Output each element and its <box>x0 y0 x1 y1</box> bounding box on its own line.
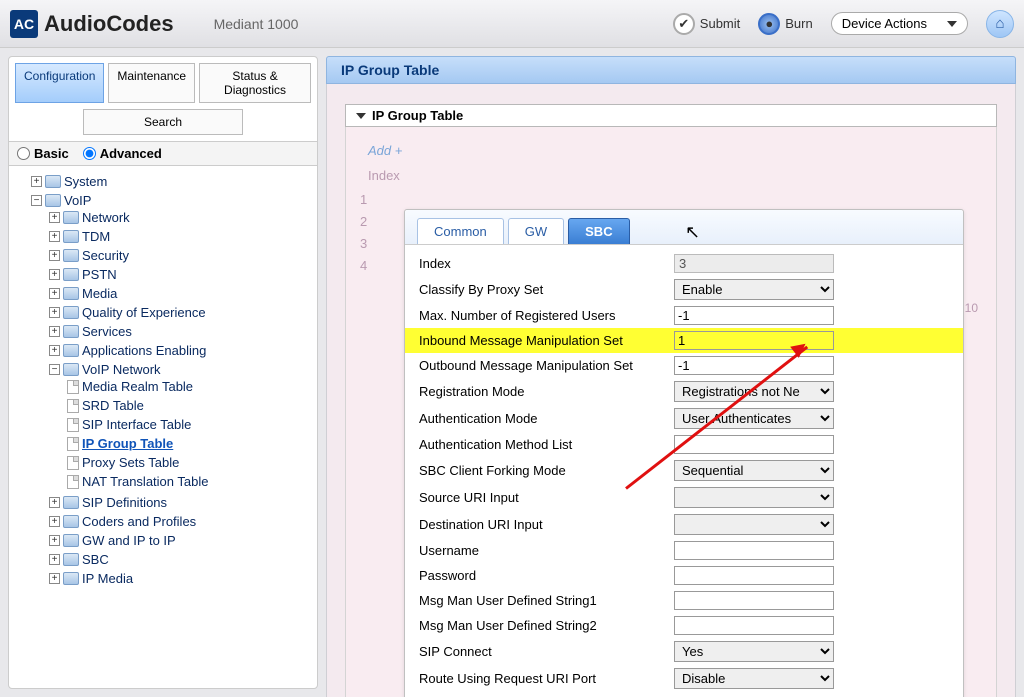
tree-nat[interactable]: NAT Translation Table <box>67 474 313 489</box>
tree-proxy-sets[interactable]: Proxy Sets Table <box>67 455 313 470</box>
tree-media-realm[interactable]: Media Realm Table <box>67 379 313 394</box>
tree-apps[interactable]: +Applications Enabling <box>49 343 313 358</box>
burn-label: Burn <box>785 16 812 31</box>
label-username: Username <box>419 543 674 558</box>
input-sipconn[interactable]: Yes <box>674 641 834 662</box>
tree-coders[interactable]: +Coders and Profiles <box>49 514 313 529</box>
mode-bar: Basic Advanced <box>9 141 317 166</box>
mode-advanced[interactable]: Advanced <box>83 146 162 161</box>
device-actions-label: Device Actions <box>842 16 927 31</box>
label-classify: Classify By Proxy Set <box>419 282 674 297</box>
main-area: IP Group Table IP Group Table Add + Inde… <box>318 48 1024 697</box>
submit-label: Submit <box>700 16 740 31</box>
tree-network[interactable]: +Network <box>49 210 313 225</box>
input-msgman1[interactable] <box>674 591 834 610</box>
label-forking: SBC Client Forking Mode <box>419 463 674 478</box>
brand-text: AudioCodes <box>44 11 174 37</box>
collapse-icon <box>356 113 366 119</box>
label-inbound: Inbound Message Manipulation Set <box>419 333 674 348</box>
top-bar: AC AudioCodes Mediant 1000 ✔ Submit ● Bu… <box>0 0 1024 48</box>
input-dsturi[interactable] <box>674 514 834 535</box>
input-password[interactable] <box>674 566 834 585</box>
submit-top-button[interactable]: ✔ Submit <box>673 13 740 35</box>
label-sipconn: SIP Connect <box>419 644 674 659</box>
device-actions-dropdown[interactable]: Device Actions <box>831 12 968 35</box>
input-authlist[interactable] <box>674 435 834 454</box>
check-icon: ✔ <box>673 13 695 35</box>
tab-maintenance[interactable]: Maintenance <box>108 63 195 103</box>
label-authmode: Authentication Mode <box>419 411 674 426</box>
input-username[interactable] <box>674 541 834 560</box>
form-tab-gw[interactable]: GW <box>508 218 564 244</box>
page-count: 10 <box>965 301 978 315</box>
label-msgman2: Msg Man User Defined String2 <box>419 618 674 633</box>
label-srcuri: Source URI Input <box>419 490 674 505</box>
input-srcuri[interactable] <box>674 487 834 508</box>
value-index: 3 <box>674 254 834 273</box>
label-dsturi: Destination URI Input <box>419 517 674 532</box>
edit-form: Common GW SBC ↖ Index3 Classify By Proxy… <box>404 209 964 697</box>
input-authmode[interactable]: User Authenticates <box>674 408 834 429</box>
input-maxreg[interactable] <box>674 306 834 325</box>
logo-mark: AC <box>10 10 38 38</box>
tree-sip-def[interactable]: +SIP Definitions <box>49 495 313 510</box>
tree-qoe[interactable]: +Quality of Experience <box>49 305 313 320</box>
label-routeuri: Route Using Request URI Port <box>419 671 674 686</box>
label-msgman1: Msg Man User Defined String1 <box>419 593 674 608</box>
tree-voip-network[interactable]: −VoIP Network <box>49 362 313 377</box>
label-authlist: Authentication Method List <box>419 437 674 452</box>
label-maxreg: Max. Number of Registered Users <box>419 308 674 323</box>
tree-media[interactable]: +Media <box>49 286 313 301</box>
label-password: Password <box>419 568 674 583</box>
tree-system[interactable]: +System <box>31 174 313 189</box>
burn-icon: ● <box>758 13 780 35</box>
tree-services[interactable]: +Services <box>49 324 313 339</box>
tree-ip-media[interactable]: +IP Media <box>49 571 313 586</box>
tab-search[interactable]: Search <box>83 109 243 135</box>
tree-tdm[interactable]: +TDM <box>49 229 313 244</box>
grid-index-header: Index <box>358 164 984 187</box>
input-outbound[interactable] <box>674 356 834 375</box>
chevron-down-icon <box>947 21 957 27</box>
logo: AC AudioCodes <box>10 10 174 38</box>
home-icon[interactable]: ⌂ <box>986 10 1014 38</box>
input-inbound[interactable] <box>674 331 834 350</box>
burn-button[interactable]: ● Burn <box>758 13 812 35</box>
tree-voip[interactable]: −VoIP <box>31 193 313 208</box>
input-classify[interactable]: Enable <box>674 279 834 300</box>
nav-tree: +System −VoIP +Network +TDM +Security +P… <box>9 166 317 688</box>
tab-configuration[interactable]: Configuration <box>15 63 104 103</box>
add-link[interactable]: Add + <box>358 137 412 164</box>
form-tab-common[interactable]: Common <box>417 218 504 244</box>
label-index: Index <box>419 256 674 271</box>
tab-status[interactable]: Status & Diagnostics <box>199 63 311 103</box>
tree-srd[interactable]: SRD Table <box>67 398 313 413</box>
product-name: Mediant 1000 <box>214 16 299 32</box>
row-numbers: 1234 <box>360 189 367 277</box>
input-msgman2[interactable] <box>674 616 834 635</box>
tree-sbc[interactable]: +SBC <box>49 552 313 567</box>
form-tab-sbc[interactable]: SBC <box>568 218 629 244</box>
tree-security[interactable]: +Security <box>49 248 313 263</box>
tree-gw-ip[interactable]: +GW and IP to IP <box>49 533 313 548</box>
tree-sip-interface[interactable]: SIP Interface Table <box>67 417 313 432</box>
tree-ip-group[interactable]: IP Group Table <box>67 436 313 451</box>
input-regmode[interactable]: Registrations not Ne <box>674 381 834 402</box>
input-forking[interactable]: Sequential <box>674 460 834 481</box>
label-regmode: Registration Mode <box>419 384 674 399</box>
tree-pstn[interactable]: +PSTN <box>49 267 313 282</box>
mode-basic[interactable]: Basic <box>17 146 69 161</box>
panel-title: IP Group Table <box>326 56 1016 84</box>
input-routeuri[interactable]: Disable <box>674 668 834 689</box>
label-outbound: Outbound Message Manipulation Set <box>419 358 674 373</box>
subpanel-title[interactable]: IP Group Table <box>345 104 997 127</box>
sidebar: Configuration Maintenance Status & Diagn… <box>8 56 318 689</box>
